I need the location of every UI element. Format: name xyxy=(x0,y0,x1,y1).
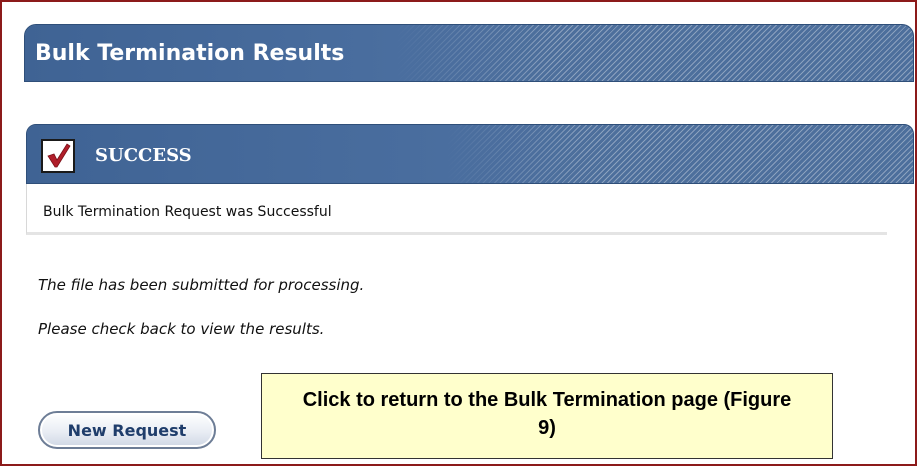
new-request-button[interactable]: New Request xyxy=(38,411,216,449)
checkmark-icon xyxy=(41,139,75,173)
info-line-check-back: Please check back to view the results. xyxy=(38,320,325,338)
annotation-callout: Click to return to the Bulk Termination … xyxy=(261,373,833,459)
success-body: Bulk Termination Request was Successful xyxy=(26,184,887,235)
success-header: SUCCESS xyxy=(26,124,914,184)
page-title: Bulk Termination Results xyxy=(35,41,345,66)
status-label: SUCCESS xyxy=(95,145,192,166)
page-frame: Bulk Termination Results SUCCESS Bulk Te… xyxy=(0,0,917,466)
status-message: Bulk Termination Request was Successful xyxy=(43,204,332,220)
success-panel: SUCCESS Bulk Termination Request was Suc… xyxy=(26,124,914,236)
info-line-processing: The file has been submitted for processi… xyxy=(38,276,365,294)
title-bar: Bulk Termination Results xyxy=(24,24,914,82)
